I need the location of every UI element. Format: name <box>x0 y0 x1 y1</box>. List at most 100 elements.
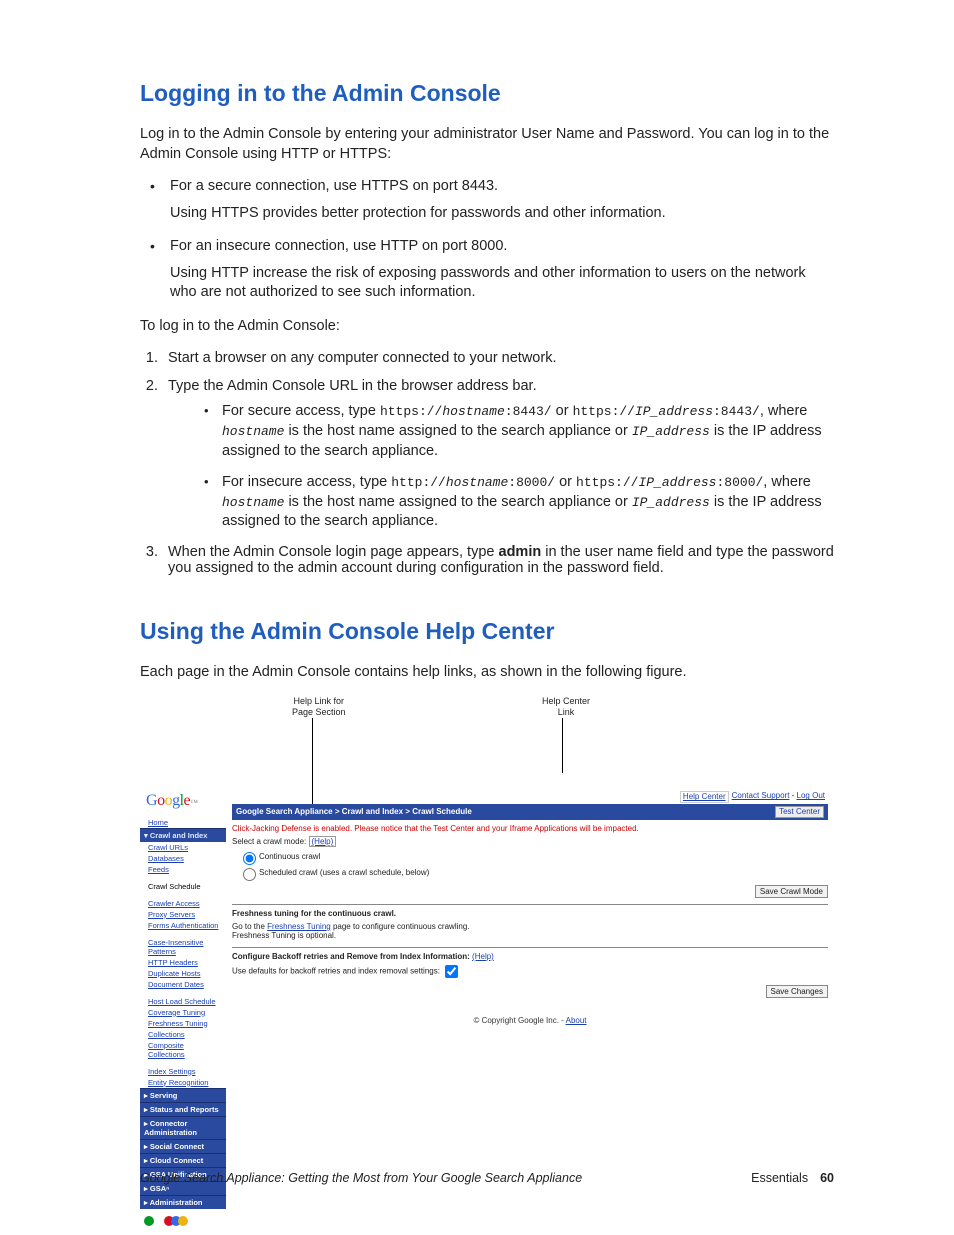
nav-crawl-urls[interactable]: Crawl URLs <box>140 842 226 853</box>
nav-composite[interactable]: Composite Collections <box>140 1040 226 1060</box>
nav-status[interactable]: ▸ Status and Reports <box>140 1102 226 1116</box>
heading-help-center: Using the Admin Console Help Center <box>140 618 834 645</box>
s2a-or: or <box>552 403 573 419</box>
page-number: 60 <box>820 1171 834 1185</box>
nav-serving[interactable]: ▸ Serving <box>140 1088 226 1102</box>
link-contact-support[interactable]: Contact Support <box>732 791 790 800</box>
nav-databases[interactable]: Databases <box>140 853 226 864</box>
freshness-optional: Freshness Tuning is optional. <box>232 931 828 941</box>
freshness-tuning-link[interactable]: Freshness Tuning <box>267 922 331 931</box>
s2a-tail2i: IP_address <box>632 424 710 439</box>
step3b: admin <box>499 544 542 560</box>
nav-cloud[interactable]: ▸ Cloud Connect <box>140 1153 226 1167</box>
help-link-backoff[interactable]: (Help) <box>472 952 494 961</box>
bullet-secure: For a secure connection, use HTTPS on po… <box>140 178 834 224</box>
bullet-secure-text: For a secure connection, use HTTPS on po… <box>170 178 498 194</box>
nav-feeds[interactable]: Feeds <box>140 864 226 875</box>
link-help-center[interactable]: Help Center <box>680 791 729 803</box>
bullet-secure-sub: Using HTTPS provides better protection f… <box>170 204 834 224</box>
nav-forms-auth[interactable]: Forms Authentication <box>140 920 226 931</box>
fresh-tail: page to configure continuous crawling. <box>331 922 470 931</box>
status-icons <box>140 1209 226 1232</box>
step-1: Start a browser on any computer connecte… <box>162 350 834 366</box>
label-scheduled-crawl: Scheduled crawl (uses a crawl schedule, … <box>259 868 429 877</box>
console-sidebar: Google™ Home ▾ Crawl and Index Crawl URL… <box>140 786 226 1231</box>
s2b-or: or <box>555 474 576 490</box>
nav-entity[interactable]: Entity Recognition <box>140 1077 226 1088</box>
s2b-tail2i: IP_address <box>632 495 710 510</box>
radio-scheduled-crawl[interactable] <box>243 868 256 881</box>
s2a-code2: :8443/ <box>505 404 552 419</box>
step3a: When the Admin Console login page appear… <box>168 544 499 560</box>
console-main: Help Center Contact Support - Log Out Go… <box>226 786 834 1231</box>
console-screenshot: Google™ Home ▾ Crawl and Index Crawl URL… <box>140 786 834 1231</box>
nav-social[interactable]: ▸ Social Connect <box>140 1139 226 1153</box>
select-crawl-mode-label: Select a crawl mode: <box>232 837 306 846</box>
nav-proxy-servers[interactable]: Proxy Servers <box>140 909 226 920</box>
page-footer: Google Search Appliance: Getting the Mos… <box>140 1171 834 1185</box>
link-logout[interactable]: Log Out <box>797 791 825 800</box>
footer-doc-title: Google Search Appliance: Getting the Mos… <box>140 1171 582 1185</box>
google-logo: Google™ <box>140 788 226 816</box>
nav-coverage[interactable]: Coverage Tuning <box>140 1007 226 1018</box>
nav-crawl-schedule[interactable]: Crawl Schedule <box>140 881 226 892</box>
s2b-pre: For insecure access, type <box>222 474 391 490</box>
s2a-post: , where <box>760 403 808 419</box>
nav-host-load[interactable]: Host Load Schedule <box>140 996 226 1007</box>
radio-continuous-crawl[interactable] <box>243 852 256 865</box>
s2a-it2: IP_address <box>635 404 713 419</box>
s2b-tail1i: hostname <box>222 495 284 510</box>
help-center-intro: Each page in the Admin Console contains … <box>140 663 834 683</box>
s2b-code1: http:// <box>391 475 446 490</box>
s2a-tail1: is the host name assigned to the search … <box>284 423 631 439</box>
nav-freshness[interactable]: Freshness Tuning <box>140 1018 226 1029</box>
fresh-go: Go to the <box>232 922 267 931</box>
s2b-it2: IP_address <box>638 475 716 490</box>
intro-paragraph: Log in to the Admin Console by entering … <box>140 125 834 164</box>
help-link-crawl-mode[interactable]: (Help) <box>312 837 334 846</box>
bullet-insecure-sub: Using HTTP increase the risk of exposing… <box>170 264 834 303</box>
s2a-pre: For secure access, type <box>222 403 380 419</box>
step-2-text: Type the Admin Console URL in the browse… <box>168 378 537 394</box>
s2b-code4: :8000/ <box>716 475 763 490</box>
nav-administration[interactable]: ▸ Administration <box>140 1195 226 1209</box>
s2b-tail1: is the host name assigned to the search … <box>284 494 631 510</box>
save-changes-button[interactable]: Save Changes <box>766 985 828 999</box>
nav-home[interactable]: Home <box>140 817 226 828</box>
step-3: When the Admin Console login page appear… <box>162 544 834 576</box>
nav-http-headers[interactable]: HTTP Headers <box>140 957 226 968</box>
login-lead: To log in to the Admin Console: <box>140 317 834 337</box>
s2a-code4: :8443/ <box>713 404 760 419</box>
s2b-code2: :8000/ <box>508 475 555 490</box>
s2a-code1: https:// <box>380 404 442 419</box>
s2a-tail1i: hostname <box>222 424 284 439</box>
callout-line-2 <box>562 718 563 773</box>
s2b-post: , where <box>763 474 811 490</box>
about-link[interactable]: About <box>566 1016 587 1025</box>
nav-connector[interactable]: ▸ Connector Administration <box>140 1116 226 1139</box>
callout-help-center: Help CenterLink <box>542 696 590 718</box>
breadcrumb: Google Search Appliance > Crawl and Inde… <box>236 807 472 817</box>
s2b-it1: hostname <box>446 475 508 490</box>
test-center-button[interactable]: Test Center <box>775 806 824 818</box>
bullet-insecure-text: For an insecure connection, use HTTP on … <box>170 238 507 254</box>
checkbox-use-defaults[interactable] <box>445 965 458 978</box>
console-footer: © Copyright Google Inc. - About <box>232 1016 828 1026</box>
nav-collections[interactable]: Collections <box>140 1029 226 1040</box>
nav-duplicate-hosts[interactable]: Duplicate Hosts <box>140 968 226 979</box>
nav-crawler-access[interactable]: Crawler Access <box>140 898 226 909</box>
callout-help-link: Help Link forPage Section <box>292 696 346 718</box>
bullet-insecure: For an insecure connection, use HTTP on … <box>140 238 834 303</box>
click-jacking-warning: Click-Jacking Defense is enabled. Please… <box>232 824 639 833</box>
s2a-code3: https:// <box>573 404 635 419</box>
freshness-heading: Freshness tuning for the continuous craw… <box>232 909 396 918</box>
s2b-code3: https:// <box>576 475 638 490</box>
nav-index-settings[interactable]: Index Settings <box>140 1066 226 1077</box>
console-top-links: Help Center Contact Support - Log Out <box>232 790 828 804</box>
save-crawl-mode-button[interactable]: Save Crawl Mode <box>755 885 828 899</box>
nav-case-insensitive[interactable]: Case-Insensitive Patterns <box>140 937 226 957</box>
label-continuous-crawl: Continuous crawl <box>259 852 320 861</box>
nav-crawl-index[interactable]: ▾ Crawl and Index <box>140 828 226 842</box>
nav-document-dates[interactable]: Document Dates <box>140 979 226 990</box>
console-breadcrumb-bar: Google Search Appliance > Crawl and Inde… <box>232 804 828 820</box>
